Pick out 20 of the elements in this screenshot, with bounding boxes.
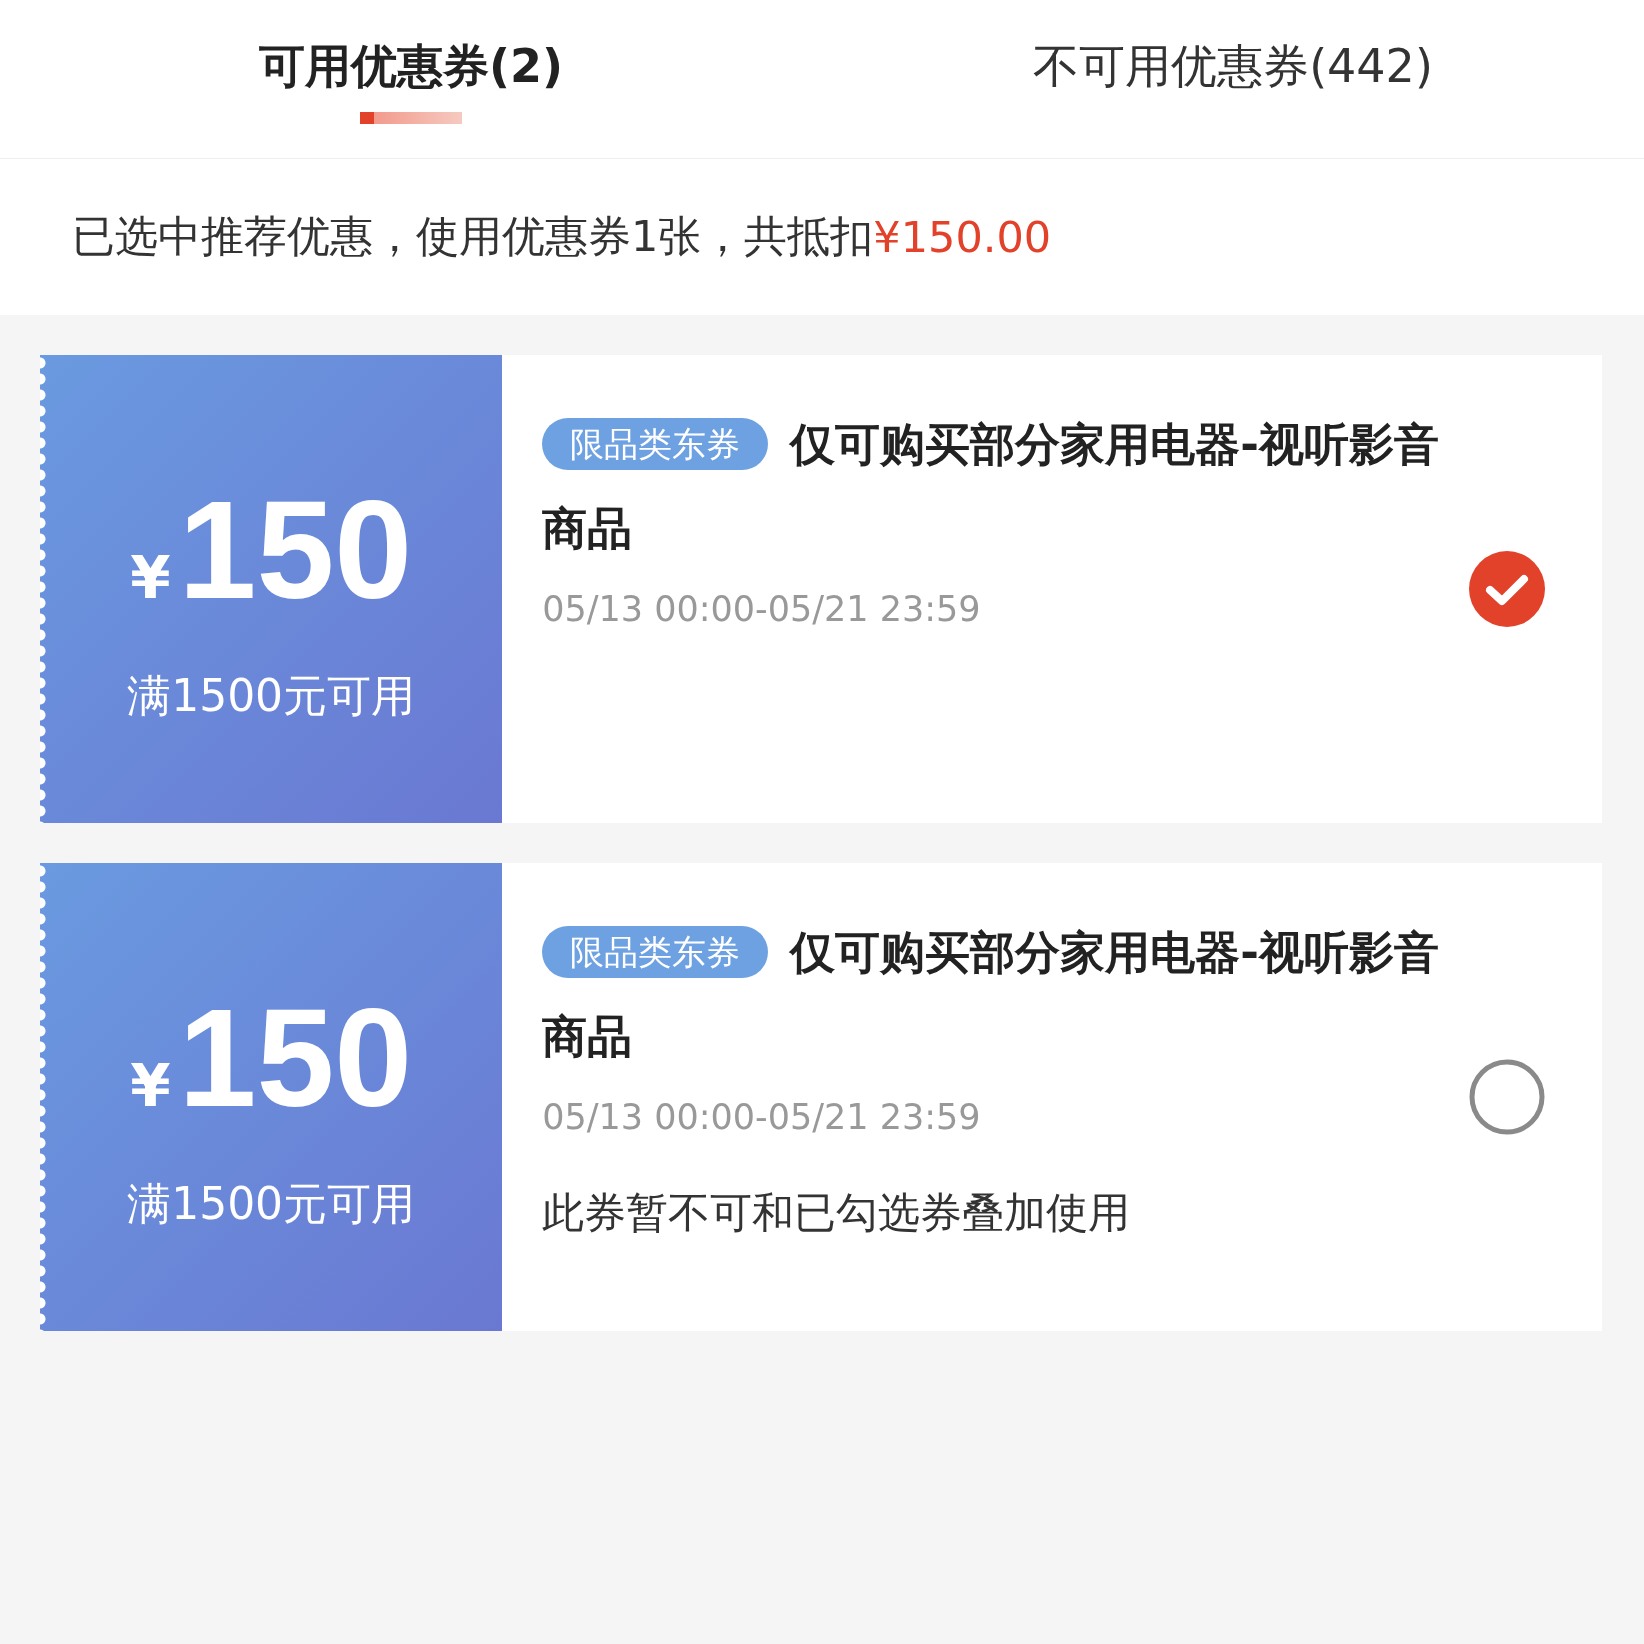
summary-text: 已选中推荐优惠，使用优惠券1张，共抵扣 — [72, 210, 874, 263]
coupon-amount: 150 — [178, 980, 413, 1135]
category-tag: 限品类东券 — [542, 926, 769, 978]
coupon-tab[interactable]: 可用优惠券(2) — [0, 0, 822, 158]
coupon-card[interactable]: ¥150 满1500元可用 限品类东券 仅可购买部分家用电器-视听影音商品 05/13 00:00-05/21 23:59 此券暂不可和已勾选券叠加使用 — [40, 863, 1602, 1331]
coupon-title: 限品类东券 仅可购买部分家用电器-视听影音商品 — [542, 417, 1440, 557]
coupon-condition: 满1500元可用 — [127, 668, 416, 723]
discount-amount: ¥150.00 — [873, 212, 1052, 262]
coupon-amount: 150 — [178, 472, 413, 627]
currency-symbol: ¥ — [130, 1051, 171, 1120]
coupon-tab[interactable]: 不可用优惠券(442) — [822, 0, 1644, 158]
category-tag: 限品类东券 — [542, 418, 769, 470]
coupon-title: 限品类东券 仅可购买部分家用电器-视听影音商品 — [542, 925, 1440, 1065]
validity-period: 05/13 00:00-05/21 23:59 — [542, 1097, 982, 1137]
coupon-note: 此券暂不可和已勾选券叠加使用 — [542, 1187, 1132, 1239]
checked-radio-icon[interactable] — [1467, 549, 1548, 629]
validity-period: 05/13 00:00-05/21 23:59 — [542, 589, 982, 629]
currency-symbol: ¥ — [130, 543, 171, 612]
coupon-card[interactable]: ¥150 满1500元可用 限品类东券 仅可购买部分家用电器-视听影音商品 05/13 00:00-05/21 23:59 — [40, 355, 1602, 823]
coupon-condition: 满1500元可用 — [127, 1176, 416, 1231]
